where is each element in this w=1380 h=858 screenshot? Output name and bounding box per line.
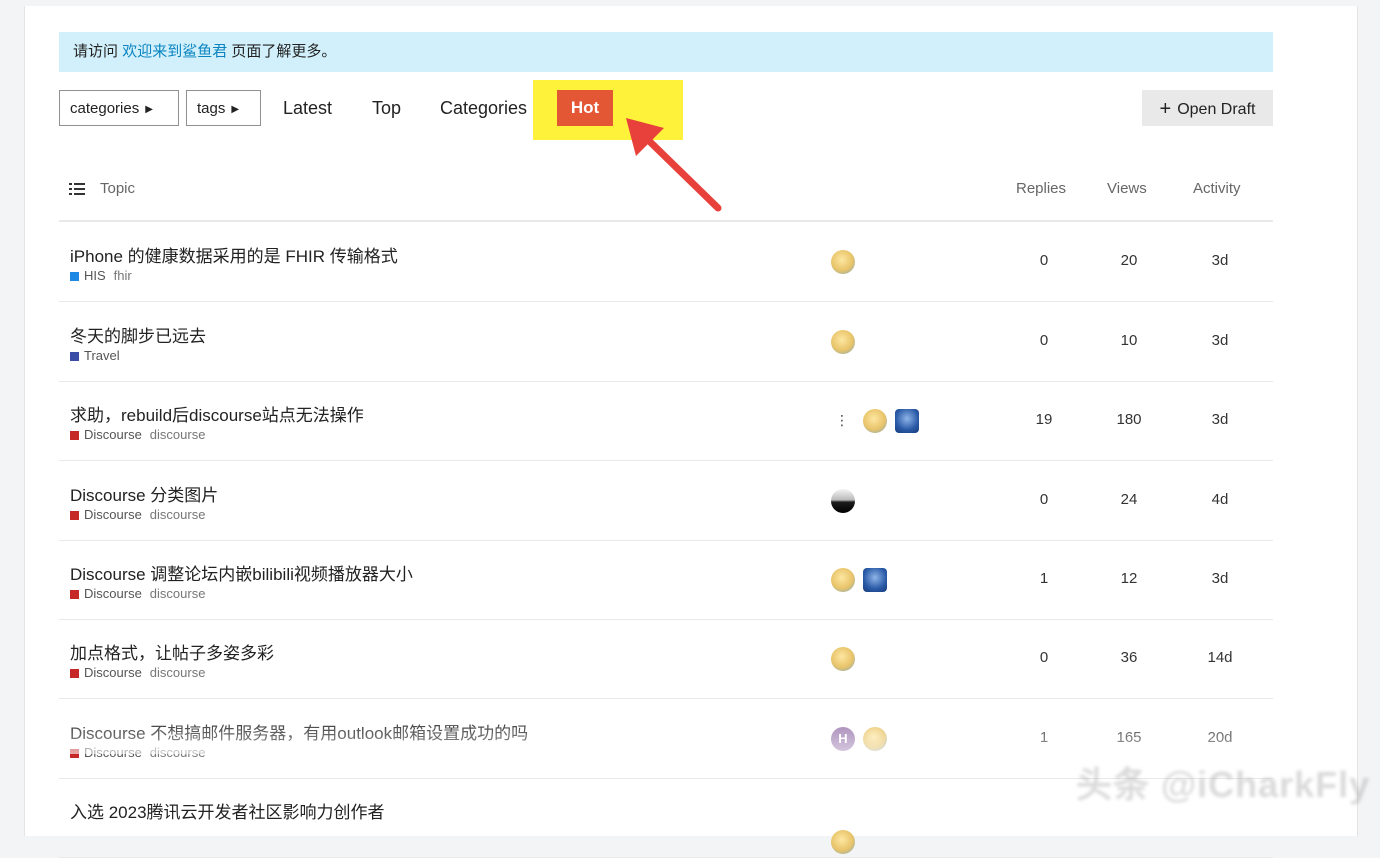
plus-icon: + [1159, 98, 1172, 120]
views-count: 180 [1116, 411, 1142, 428]
views-count: 10 [1120, 332, 1138, 349]
topic-category[interactable]: Discourse [84, 427, 142, 442]
topic-title[interactable]: Discourse 调整论坛内嵌bilibili视频播放器大小 [70, 560, 413, 585]
views-count: 165 [1116, 729, 1142, 746]
activity-age[interactable]: 3d [1190, 252, 1250, 269]
activity-age[interactable]: 3d [1190, 570, 1250, 587]
topic-list-header: Topic Replies Views Activity [59, 168, 1273, 222]
topic-category[interactable]: Discourse [84, 507, 142, 522]
list-icon [69, 183, 85, 195]
open-draft-label: Open Draft [1177, 101, 1256, 118]
category-badge [70, 749, 79, 758]
topic-tag[interactable]: discourse [150, 507, 206, 522]
avatar[interactable] [831, 568, 855, 592]
activity-age[interactable]: 4d [1190, 491, 1250, 508]
views-count: 36 [1120, 649, 1138, 666]
replies-count: 1 [1039, 570, 1049, 587]
topic-title[interactable]: iPhone 的健康数据采用的是 FHIR 传输格式 [70, 242, 398, 267]
table-row[interactable]: 求助，rebuild后discourse站点无法操作 Discourse disc… [59, 381, 1273, 461]
more-posters-icon[interactable]: ⋮ [835, 409, 849, 433]
category-badge [70, 352, 79, 361]
table-row[interactable]: Discourse 分类图片 Discourse discourse 0 24 4… [59, 461, 1273, 541]
activity-age[interactable]: 3d [1190, 411, 1250, 428]
topic-title[interactable]: 入选 2023腾讯云开发者社区影响力创作者 [70, 798, 385, 823]
activity-age[interactable]: 3d [1190, 332, 1250, 349]
topic-title[interactable]: Discourse 分类图片 [70, 481, 218, 506]
avatar[interactable]: H [831, 727, 855, 751]
topic-title[interactable]: 加点格式，让帖子多姿多彩 [70, 639, 274, 664]
tags-dropdown[interactable]: tags ▶ [186, 90, 261, 126]
avatar[interactable] [831, 489, 855, 513]
views-count: 12 [1120, 570, 1138, 587]
banner-suffix: 页面了解更多。 [231, 43, 337, 60]
header-views[interactable]: Views [1107, 180, 1147, 197]
replies-count: 19 [1035, 411, 1053, 428]
nav-top[interactable]: Top [372, 90, 401, 126]
nav-latest[interactable]: Latest [283, 90, 332, 126]
topic-meta: Discourse discourse [70, 745, 205, 760]
table-row[interactable]: 冬天的脚步已远去 Travel 0 10 3d [59, 302, 1273, 382]
topic-tag[interactable]: discourse [150, 665, 206, 680]
topic-meta: Discourse discourse [70, 507, 205, 522]
replies-count: 0 [1039, 649, 1049, 666]
banner-prefix: 请访问 [73, 43, 119, 60]
topic-title[interactable]: 求助，rebuild后discourse站点无法操作 [70, 401, 364, 426]
activity-age[interactable]: 14d [1190, 649, 1250, 666]
topic-tag[interactable]: discourse [150, 427, 206, 442]
tags-dropdown-label: tags [197, 100, 226, 117]
avatar[interactable] [831, 330, 855, 354]
topic-category[interactable]: HIS [84, 268, 106, 283]
topic-tag[interactable]: discourse [150, 586, 206, 601]
table-row[interactable]: 加点格式，让帖子多姿多彩 Discourse discourse 0 36 14d [59, 619, 1273, 699]
category-badge [70, 431, 79, 440]
topic-meta: Discourse discourse [70, 586, 205, 601]
topic-title[interactable]: 冬天的脚步已远去 [70, 322, 206, 347]
table-row[interactable]: iPhone 的健康数据采用的是 FHIR 传输格式 HIS fhir 0 20 … [59, 222, 1273, 302]
notice-banner: 请访问 欢迎来到鲨鱼君 页面了解更多。 [59, 32, 1273, 72]
topic-category[interactable]: Discourse [84, 745, 142, 760]
topic-tag[interactable]: fhir [114, 268, 132, 283]
topic-meta: Discourse discourse [70, 665, 205, 680]
topic-meta: Discourse discourse [70, 427, 205, 442]
category-badge [70, 669, 79, 678]
header-replies[interactable]: Replies [1016, 180, 1066, 197]
avatar[interactable] [863, 727, 887, 751]
topic-tag[interactable]: discourse [150, 745, 206, 760]
header-activity[interactable]: Activity [1193, 180, 1241, 197]
views-count: 20 [1120, 252, 1138, 269]
banner-link[interactable]: 欢迎来到鲨鱼君 [122, 43, 227, 60]
replies-count: 0 [1039, 252, 1049, 269]
caret-right-icon: ▶ [231, 104, 240, 115]
nav-hot[interactable]: Hot [557, 90, 613, 126]
category-badge [70, 590, 79, 599]
header-topic[interactable]: Topic [100, 180, 135, 197]
replies-count: 0 [1039, 332, 1049, 349]
avatar[interactable] [863, 568, 887, 592]
categories-dropdown-label: categories [70, 100, 140, 117]
open-draft-button[interactable]: + Open Draft [1142, 90, 1273, 126]
views-count: 24 [1120, 491, 1138, 508]
topic-meta: Travel [70, 348, 120, 363]
avatar[interactable] [831, 250, 855, 274]
activity-age[interactable]: 20d [1190, 729, 1250, 746]
watermark: 头条 @iCharkFly [1076, 764, 1371, 805]
topic-meta: HIS fhir [70, 268, 132, 283]
topic-category[interactable]: Discourse [84, 586, 142, 601]
nav-categories[interactable]: Categories [440, 90, 527, 126]
topic-category[interactable]: Travel [84, 348, 120, 363]
replies-count: 0 [1039, 491, 1049, 508]
caret-right-icon: ▶ [145, 104, 153, 115]
category-badge [70, 272, 79, 281]
avatar[interactable] [831, 830, 855, 854]
replies-count: 1 [1039, 729, 1049, 746]
category-badge [70, 511, 79, 520]
avatar[interactable] [895, 409, 919, 433]
topic-category[interactable]: Discourse [84, 665, 142, 680]
categories-dropdown[interactable]: categories ▶ [59, 90, 179, 126]
avatar[interactable] [831, 647, 855, 671]
avatar[interactable] [863, 409, 887, 433]
topic-title[interactable]: Discourse 不想搞邮件服务器，有用outlook邮箱设置成功的吗 [70, 719, 528, 744]
table-row[interactable]: Discourse 调整论坛内嵌bilibili视频播放器大小 Discours… [59, 540, 1273, 620]
